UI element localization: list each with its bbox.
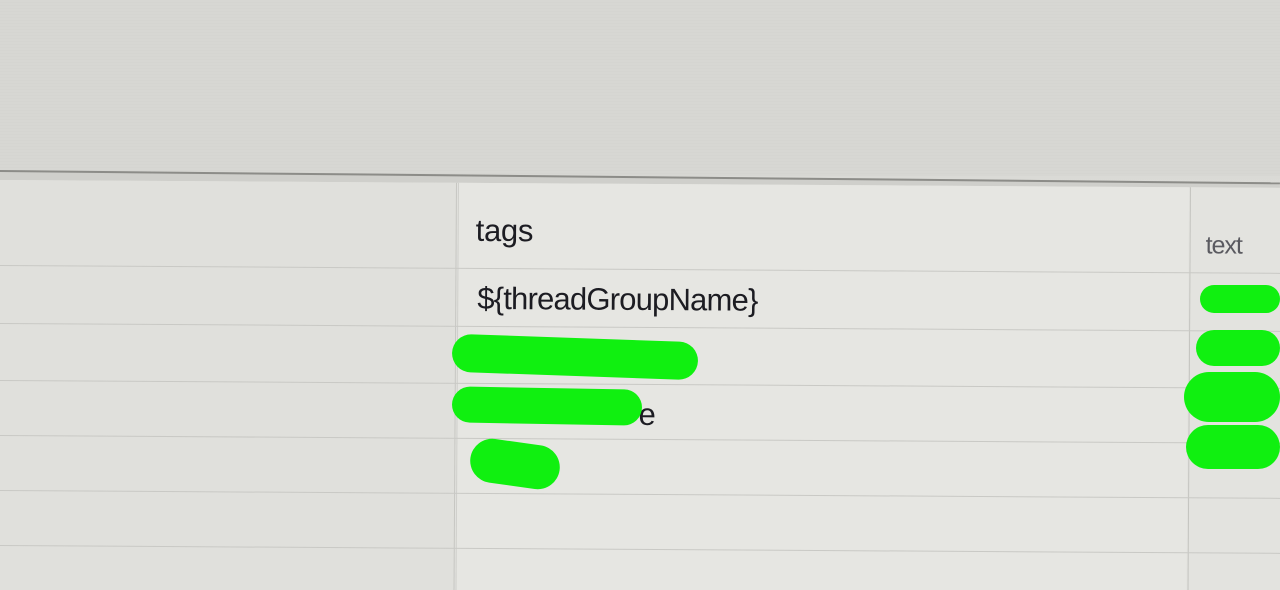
redaction-mark bbox=[1186, 425, 1280, 469]
table-cell-value[interactable]: ${threadGroupName} bbox=[477, 281, 758, 319]
screen: tags text ${threadGroupName} e bbox=[0, 0, 1280, 590]
column-header-tags[interactable]: tags bbox=[476, 213, 534, 249]
redaction-mark bbox=[451, 386, 643, 426]
properties-table: tags text ${threadGroupName} e bbox=[0, 180, 1280, 590]
column-header-text[interactable]: text bbox=[1206, 231, 1242, 260]
redaction-mark bbox=[1184, 372, 1280, 422]
toolbar-area bbox=[0, 0, 1280, 176]
redaction-mark bbox=[1196, 330, 1280, 366]
table-column-name bbox=[0, 180, 457, 590]
redaction-mark bbox=[1200, 285, 1280, 313]
